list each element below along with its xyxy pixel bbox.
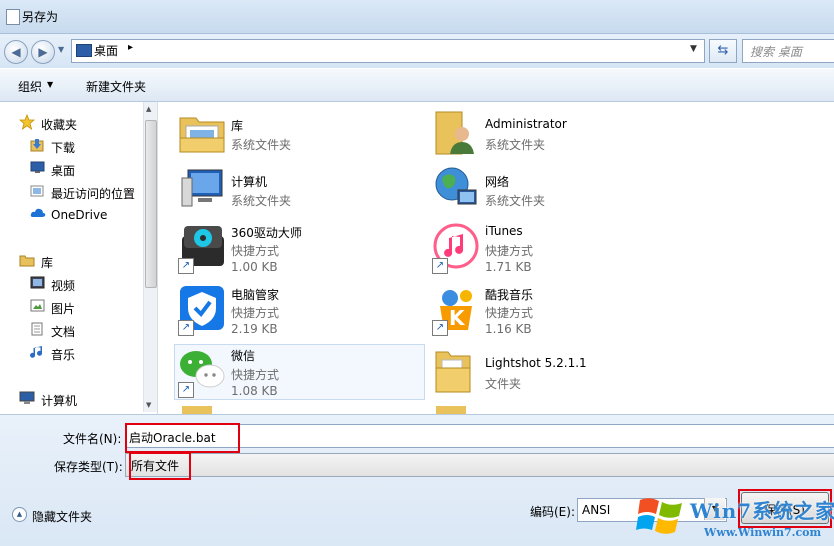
user-folder-icon[interactable] (432, 108, 480, 156)
file-name[interactable]: 网络 (485, 173, 509, 190)
onedrive-cloud-icon (30, 208, 46, 217)
videos-icon (30, 276, 45, 289)
shortcut-arrow-icon: ↗ (178, 382, 194, 398)
documents-icon (31, 322, 43, 336)
pictures-icon (30, 299, 45, 312)
library-folder-icon[interactable] (178, 108, 226, 156)
nav-item-videos[interactable]: 视频 (51, 277, 75, 294)
breadcrumb-arrow-icon[interactable]: ▸ (128, 42, 133, 53)
address-bar[interactable] (71, 39, 705, 63)
file-name[interactable]: Administrator (485, 117, 567, 131)
windows-logo-watermark (636, 498, 682, 534)
nav-item-pictures[interactable]: 图片 (51, 300, 75, 317)
music-note-icon (30, 346, 43, 358)
nav-item-recent[interactable]: 最近访问的位置 (51, 185, 135, 202)
forward-button[interactable]: ▶ (31, 40, 55, 64)
file-type: 快捷方式 (231, 368, 280, 382)
file-name[interactable]: 电脑管家 (231, 286, 279, 303)
file-name[interactable]: iTunes (485, 224, 523, 238)
filename-label: 文件名(N): (63, 432, 122, 446)
folder-icon[interactable] (432, 346, 480, 394)
file-type: 系统文件夹 (231, 138, 292, 152)
file-size: 1.71 KB (485, 260, 532, 274)
folder-icon[interactable] (182, 406, 212, 414)
file-name[interactable]: Lightshot 5.2.1.1 (485, 356, 587, 370)
shortcut-arrow-icon: ↗ (432, 320, 448, 336)
file-name[interactable]: 库 (231, 117, 243, 134)
file-size: 1.08 KB (231, 384, 278, 398)
file-type: 系统文件夹 (231, 194, 292, 208)
filetype-highlight-box (129, 452, 191, 480)
notepad-icon (6, 9, 20, 25)
title-bar (0, 0, 834, 34)
shortcut-arrow-icon: ↗ (178, 320, 194, 336)
watermark-url: Www.Winwin7.com (704, 526, 822, 539)
file-size: 2.19 KB (231, 322, 278, 336)
organize-caret-icon[interactable]: ▼ (47, 80, 53, 89)
organize-button[interactable]: 组织 (18, 78, 42, 95)
nav-item-desktop[interactable]: 桌面 (51, 162, 75, 179)
file-type: 快捷方式 (485, 306, 534, 320)
file-type: 快捷方式 (485, 244, 534, 258)
shortcut-arrow-icon: ↗ (178, 258, 194, 274)
history-dropdown-icon[interactable]: ▼ (58, 45, 64, 54)
search-placeholder: 搜索 桌面 (750, 45, 802, 59)
collapse-chevron-icon[interactable]: ▲ (12, 507, 27, 522)
nav-item-documents[interactable]: 文档 (51, 323, 75, 340)
computer-icon (19, 391, 35, 404)
desktop-icon (76, 44, 92, 57)
new-folder-button[interactable]: 新建文件夹 (86, 78, 146, 95)
address-dropdown-icon[interactable]: ▼ (690, 44, 697, 54)
libraries-icon (19, 255, 35, 267)
encoding-value[interactable]: ANSI (582, 503, 610, 517)
file-type: 文件夹 (485, 377, 522, 391)
nav-item-music[interactable]: 音乐 (51, 346, 75, 363)
nav-item-onedrive[interactable]: OneDrive (51, 208, 107, 222)
nav-scrollbar-thumb[interactable] (145, 120, 157, 288)
pane-divider[interactable] (157, 102, 158, 414)
hide-folders-button[interactable]: 隐藏文件夹 (32, 508, 92, 525)
file-size: 1.16 KB (485, 322, 532, 336)
encoding-label: 编码(E): (530, 505, 575, 519)
recent-places-icon (30, 185, 44, 197)
filetype-label: 保存类型(T): (54, 460, 123, 474)
filetype-select[interactable] (125, 453, 834, 477)
file-type: 系统文件夹 (485, 138, 546, 152)
address-location[interactable]: 桌面 (94, 42, 118, 59)
file-type: 快捷方式 (231, 244, 280, 258)
file-type: 快捷方式 (231, 306, 280, 320)
desktop-nav-icon (30, 161, 45, 173)
file-name[interactable]: 酷我音乐 (485, 286, 533, 303)
window-title: 另存为 (22, 10, 59, 24)
favorites-star-icon (19, 114, 35, 130)
folder-icon[interactable] (436, 406, 466, 414)
scroll-up-arrow-icon[interactable]: ▲ (146, 105, 151, 113)
downloads-icon (30, 139, 44, 152)
scroll-down-arrow-icon[interactable]: ▼ (146, 401, 151, 409)
shortcut-arrow-icon: ↗ (432, 258, 448, 274)
network-globe-icon[interactable] (432, 164, 480, 212)
back-button[interactable]: ◀ (4, 40, 28, 64)
nav-item-favorites[interactable]: 收藏夹 (41, 116, 77, 133)
nav-item-downloads[interactable]: 下载 (51, 139, 75, 156)
file-name[interactable]: 360驱动大师 (231, 224, 302, 241)
file-type: 系统文件夹 (485, 194, 546, 208)
svg-text:K: K (449, 306, 466, 330)
file-name[interactable]: 计算机 (231, 173, 267, 190)
file-name[interactable]: 微信 (231, 347, 255, 364)
file-size: 1.00 KB (231, 260, 278, 274)
nav-item-computer[interactable]: 计算机 (41, 392, 77, 409)
refresh-button[interactable]: ⇆ (709, 39, 737, 63)
watermark-brand: Win7系统之家 (690, 499, 834, 523)
computer-large-icon[interactable] (178, 164, 226, 212)
filename-highlight-box (125, 423, 240, 453)
nav-item-libraries[interactable]: 库 (41, 254, 53, 271)
